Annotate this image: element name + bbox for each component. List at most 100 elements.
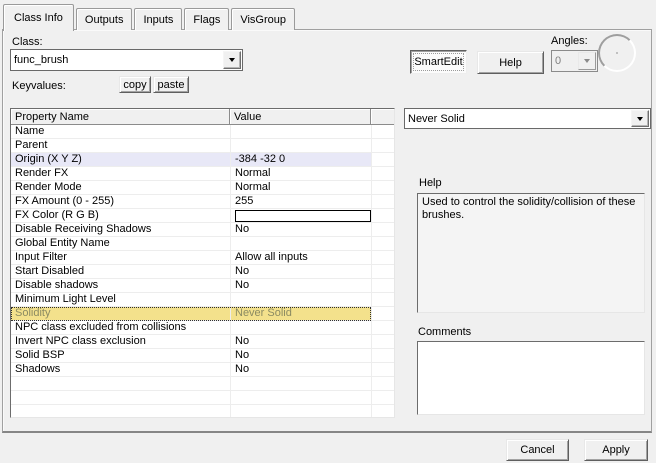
property-name-cell[interactable]: Start Disabled [11,265,230,279]
class-dropdown-button[interactable] [223,51,241,69]
class-label: Class: [12,36,43,48]
angle-picker-circle[interactable] [598,34,636,72]
property-value-cell[interactable]: Normal [230,181,371,195]
table-row[interactable]: Name [11,125,394,139]
property-name-cell[interactable]: Render FX [11,167,230,181]
property-name-cell[interactable]: Invert NPC class exclusion [11,335,230,349]
tab-class-info[interactable]: Class Info [3,4,74,31]
property-name-cell[interactable]: Disable shadows [11,279,230,293]
apply-button-label: Apply [602,444,630,456]
table-row[interactable]: Global Entity Name [11,237,394,251]
column-header-value[interactable]: Value [230,109,371,125]
cancel-button[interactable]: Cancel [506,439,569,461]
property-value-cell[interactable]: Allow all inputs [230,251,371,265]
property-name-cell[interactable]: Origin (X Y Z) [11,153,230,167]
tab-label: Flags [193,13,221,26]
angles-dropdown[interactable]: 0 [551,50,598,72]
property-name-cell[interactable]: Render Mode [11,181,230,195]
property-name-cell[interactable]: Global Entity Name [11,237,230,251]
table-row[interactable]: Origin (X Y Z) -384 -32 0 [11,153,394,167]
solidity-value-dropdown-button[interactable] [631,110,649,127]
copy-button-label: copy [123,78,147,91]
table-extra-cell [371,125,394,139]
property-value-cell[interactable]: No [230,265,371,279]
property-name-cell[interactable]: Shadows [11,363,230,377]
table-extra-cell [371,293,394,307]
angles-dropdown-button[interactable] [578,52,596,70]
table-extra-cell [371,153,394,167]
property-name-cell[interactable]: Disable Receiving Shadows [11,223,230,237]
property-value-cell[interactable]: No [230,349,371,363]
table-empty-cell [11,377,230,391]
property-value-cell[interactable]: -384 -32 0 [230,153,371,167]
table-row[interactable]: Shadows No [11,363,394,377]
cancel-button-label: Cancel [520,444,555,456]
property-value-cell[interactable] [230,139,371,153]
table-row-empty [11,377,394,391]
table-row[interactable]: Disable Receiving Shadows No [11,223,394,237]
class-dropdown[interactable]: func_brush [10,49,243,71]
table-row[interactable]: Solidity Never Solid [11,307,394,321]
property-name-cell[interactable]: Minimum Light Level [11,293,230,307]
table-row[interactable]: Parent [11,139,394,153]
tab-visgroup[interactable]: VisGroup [231,8,295,30]
property-name-cell[interactable]: Solidity [11,307,230,321]
property-value-cell[interactable]: Normal [230,167,371,181]
property-name-cell[interactable]: FX Color (R G B) [11,209,230,223]
property-value-cell[interactable]: No [230,279,371,293]
comments-input[interactable] [417,341,645,415]
property-table[interactable]: Property Name Value Name Parent Origin (X … [10,108,395,418]
table-row[interactable]: Start Disabled No [11,265,394,279]
tab-label: Outputs [84,13,124,26]
table-row[interactable]: FX Amount (0 - 255) 255 [11,195,394,209]
table-row[interactable]: Minimum Light Level [11,293,394,307]
property-value-cell[interactable]: No [230,363,371,377]
property-name-cell[interactable]: Parent [11,139,230,153]
property-value-cell[interactable] [230,321,371,335]
table-extra-cell [371,195,394,209]
property-value-cell[interactable]: 255 [230,195,371,209]
class-dropdown-value: func_brush [14,54,69,66]
column-header-property-name[interactable]: Property Name [11,109,230,125]
property-value-cell[interactable] [230,125,371,139]
color-swatch[interactable] [235,210,371,222]
property-value-cell[interactable]: No [230,335,371,349]
property-name-cell[interactable]: FX Amount (0 - 255) [11,195,230,209]
property-name-cell[interactable]: Input Filter [11,251,230,265]
table-row[interactable]: Invert NPC class exclusion No [11,335,394,349]
tab-flags[interactable]: Flags [184,8,230,30]
table-extra-cell [371,251,394,265]
property-value-cell[interactable]: No [230,223,371,237]
copy-button[interactable]: copy [119,76,151,93]
property-name-cell[interactable]: NPC class excluded from collisions [11,321,230,335]
property-value-cell[interactable]: Never Solid [230,307,371,321]
property-value-cell[interactable] [230,209,371,223]
property-name-cell[interactable]: Solid BSP [11,349,230,363]
smartedit-button[interactable]: SmartEdit [410,50,467,74]
solidity-value-dropdown[interactable]: Never Solid [404,108,651,129]
property-name-cell[interactable]: Name [11,125,230,139]
help-button[interactable]: Help [477,51,544,74]
table-row[interactable]: FX Color (R G B) [11,209,394,223]
chevron-down-icon [584,59,590,63]
apply-button[interactable]: Apply [584,439,648,461]
table-empty-cell [230,391,371,405]
property-value-cell[interactable] [230,237,371,251]
tab-outputs[interactable]: Outputs [75,8,133,30]
table-row[interactable]: NPC class excluded from collisions [11,321,394,335]
table-row[interactable]: Render Mode Normal [11,181,394,195]
paste-button-label: paste [157,78,185,91]
table-row[interactable]: Solid BSP No [11,349,394,363]
table-empty-cell [230,377,371,391]
tab-inputs[interactable]: Inputs [134,8,183,30]
table-extra-cell [371,139,394,153]
table-empty-cell [371,405,394,417]
table-extra-cell [371,265,394,279]
tab-label: Class Info [14,12,63,24]
paste-button[interactable]: paste [153,76,189,93]
table-row[interactable]: Disable shadows No [11,279,394,293]
comments-label: Comments [418,326,472,338]
property-value-cell[interactable] [230,293,371,307]
table-row[interactable]: Input Filter Allow all inputs [11,251,394,265]
table-row[interactable]: Render FX Normal [11,167,394,181]
